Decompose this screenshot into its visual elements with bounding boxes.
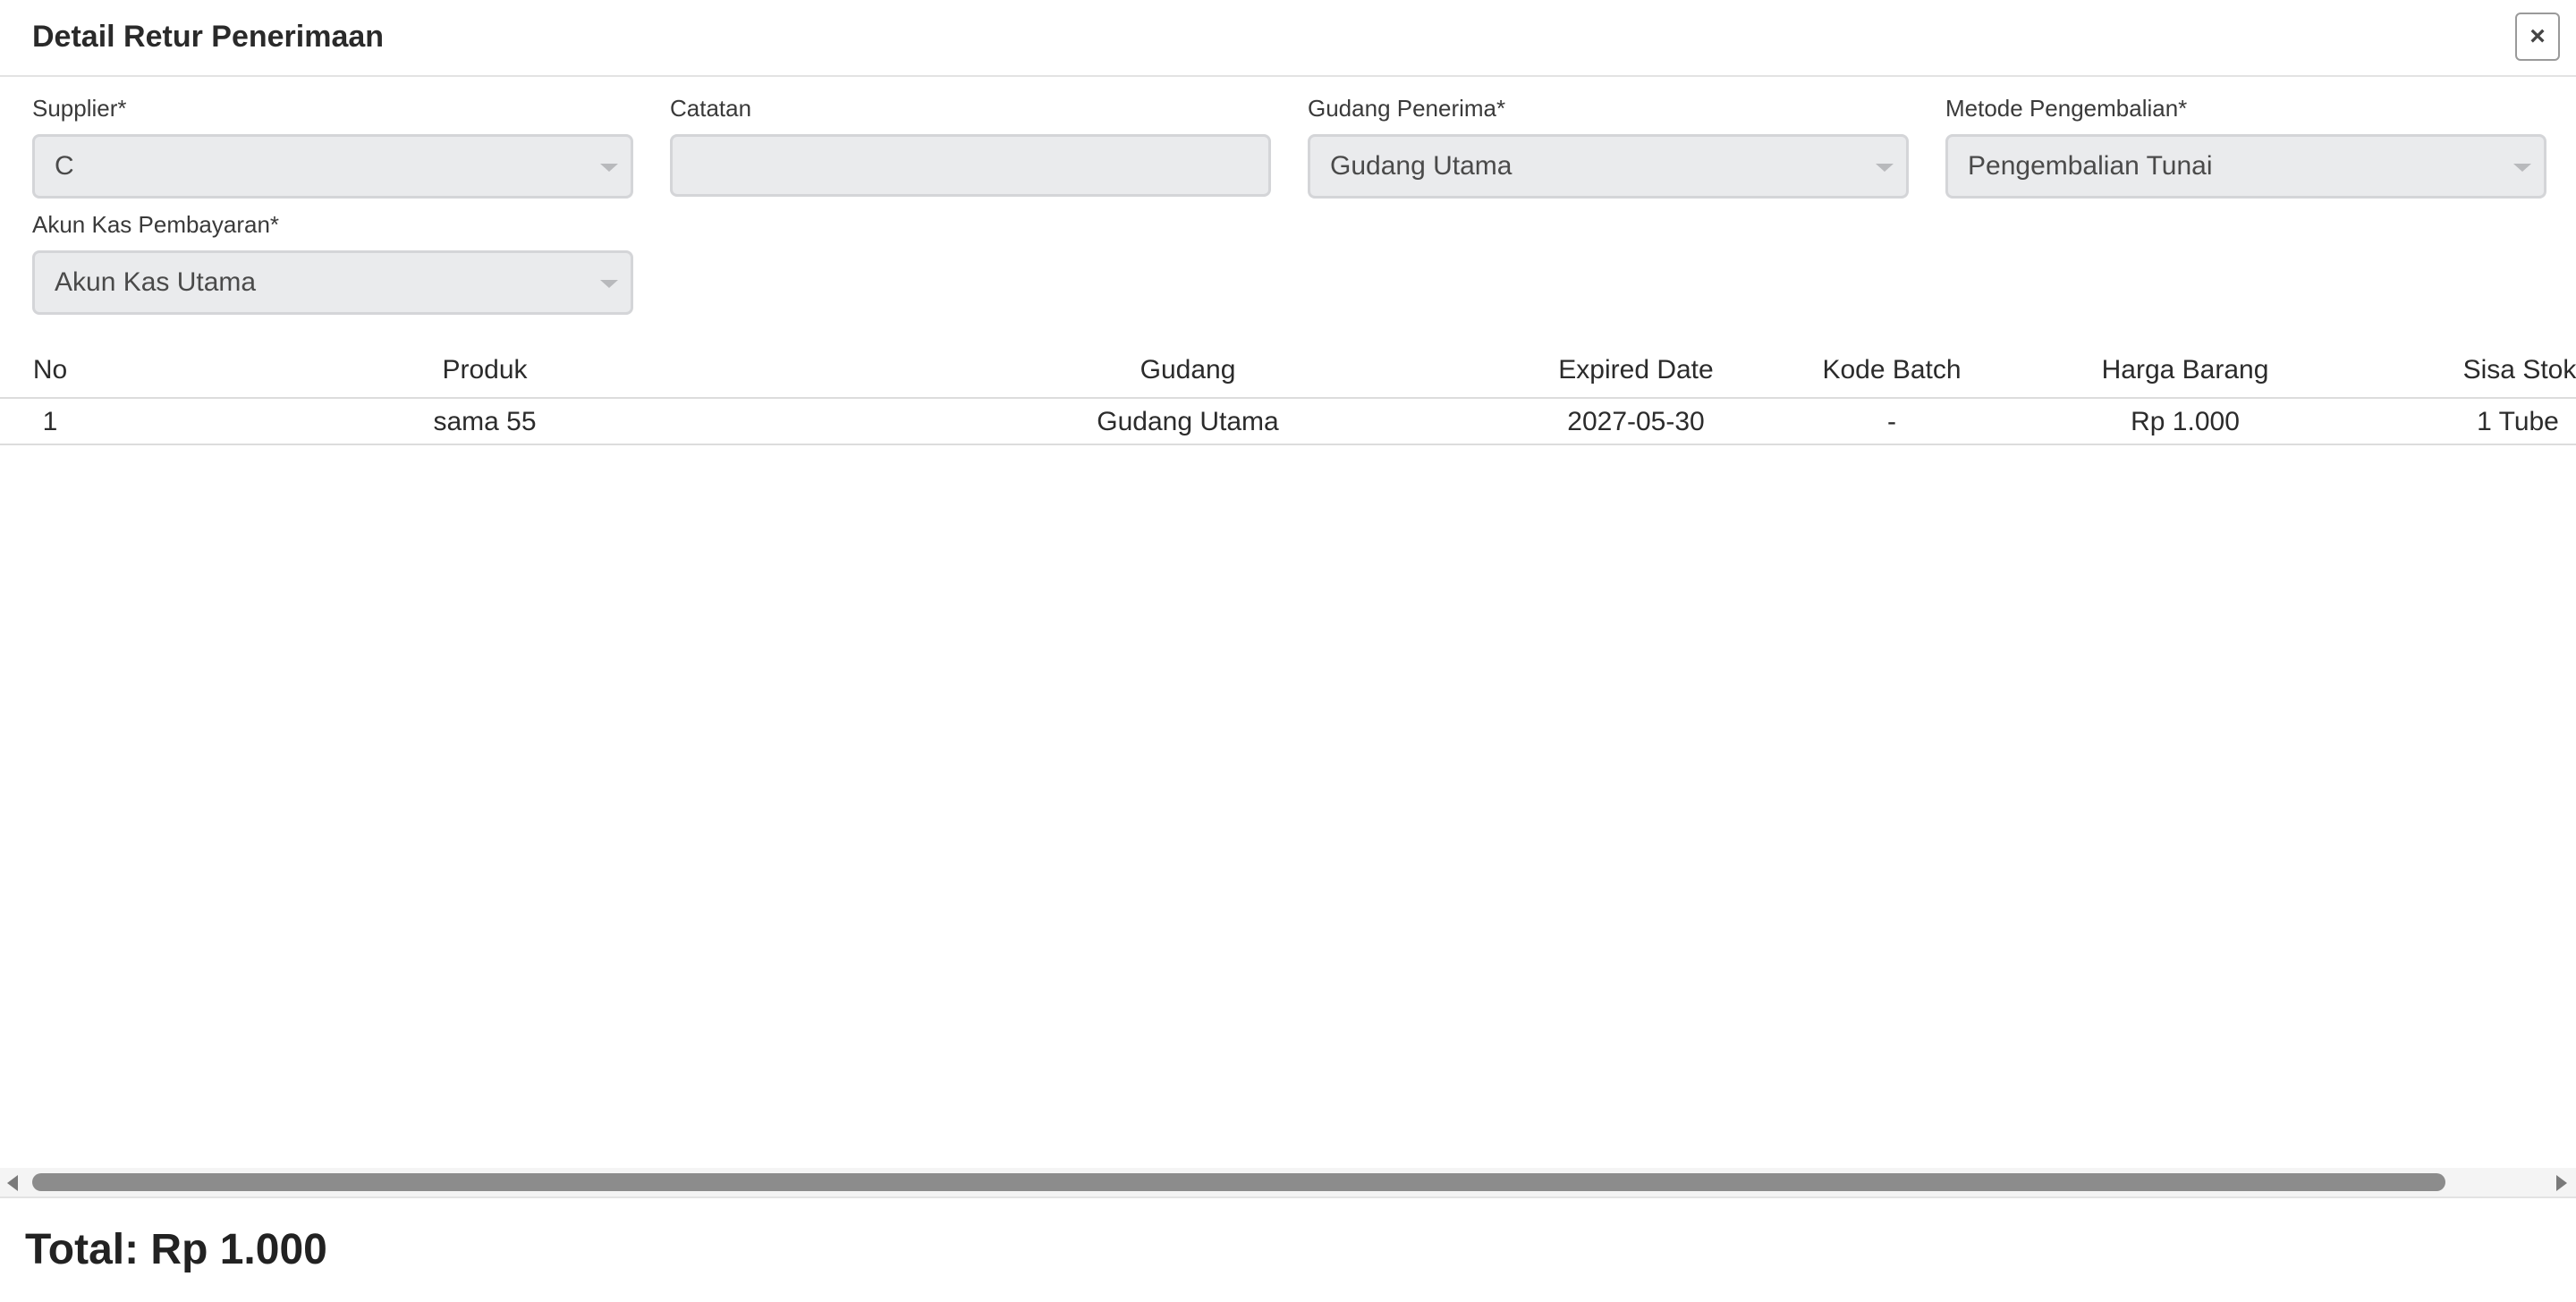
metode-pengembalian-label: Metode Pengembalian* <box>1945 95 2188 122</box>
table-row: 1 sama 55 Gudang Utama 2027-05-30 - Rp 1… <box>0 399 2576 445</box>
akun-kas-value: Akun Kas Utama <box>55 267 257 297</box>
close-button[interactable]: × <box>2515 13 2560 61</box>
metode-pengembalian-select[interactable]: Pengembalian Tunai <box>1945 134 2546 199</box>
total-amount: Total: Rp 1.000 <box>25 1226 327 1273</box>
scroll-right-arrow-icon[interactable] <box>2556 1175 2567 1191</box>
gudang-penerima-select[interactable]: Gudang Utama <box>1308 134 1909 199</box>
metode-pengembalian-value: Pengembalian Tunai <box>1968 151 2213 181</box>
chevron-down-icon <box>2513 164 2531 172</box>
chevron-down-icon <box>1876 164 1894 172</box>
metode-pengembalian-field: Metode Pengembalian* Pengembalian Tunai <box>1945 95 2546 199</box>
column-header-no: No <box>32 355 68 385</box>
supplier-field: Supplier* C <box>32 95 633 199</box>
modal-title: Detail Retur Penerimaan <box>32 20 385 54</box>
akun-kas-field: Akun Kas Pembayaran* Akun Kas Utama <box>32 211 633 315</box>
cell-produk: sama 55 <box>433 407 537 436</box>
gudang-penerima-field: Gudang Penerima* Gudang Utama <box>1308 95 1909 199</box>
chevron-down-icon <box>600 164 618 172</box>
modal-header: Detail Retur Penerimaan × <box>0 0 2576 77</box>
column-header-harga-barang: Harga Barang <box>2101 355 2269 385</box>
cell-harga-barang: Rp 1.000 <box>2131 407 2240 436</box>
akun-kas-select[interactable]: Akun Kas Utama <box>32 250 633 315</box>
column-header-produk: Produk <box>442 355 528 385</box>
cell-no: 1 <box>42 407 58 436</box>
scrollbar-thumb[interactable] <box>32 1173 2445 1191</box>
gudang-penerima-label: Gudang Penerima* <box>1308 95 1506 122</box>
supplier-select[interactable]: C <box>32 134 633 199</box>
column-header-kode-batch: Kode Batch <box>1822 355 1962 385</box>
close-icon: × <box>2529 21 2546 51</box>
modal-footer: Total: Rp 1.000 <box>0 1196 2576 1302</box>
supplier-value: C <box>55 151 74 181</box>
gudang-penerima-value: Gudang Utama <box>1330 151 1513 181</box>
cell-expired-date: 2027-05-30 <box>1567 407 1705 436</box>
column-header-expired-date: Expired Date <box>1558 355 1714 385</box>
akun-kas-label: Akun Kas Pembayaran* <box>32 211 280 238</box>
catatan-field: Catatan <box>670 95 1271 197</box>
column-header-sisa-stok: Sisa Stok <box>2462 355 2576 385</box>
scroll-left-arrow-icon[interactable] <box>7 1175 18 1191</box>
cell-sisa-stok: 1 Tube <box>2477 407 2559 436</box>
supplier-label: Supplier* <box>32 95 127 122</box>
chevron-down-icon <box>600 280 618 288</box>
catatan-label: Catatan <box>670 95 752 122</box>
column-header-gudang: Gudang <box>1140 355 1236 385</box>
catatan-input[interactable] <box>670 134 1271 197</box>
cell-kode-batch: - <box>1887 407 1896 436</box>
cell-gudang: Gudang Utama <box>1097 407 1279 436</box>
table-header: No Produk Gudang Expired Date Kode Batch… <box>0 342 2576 399</box>
horizontal-scrollbar[interactable] <box>0 1168 2576 1196</box>
